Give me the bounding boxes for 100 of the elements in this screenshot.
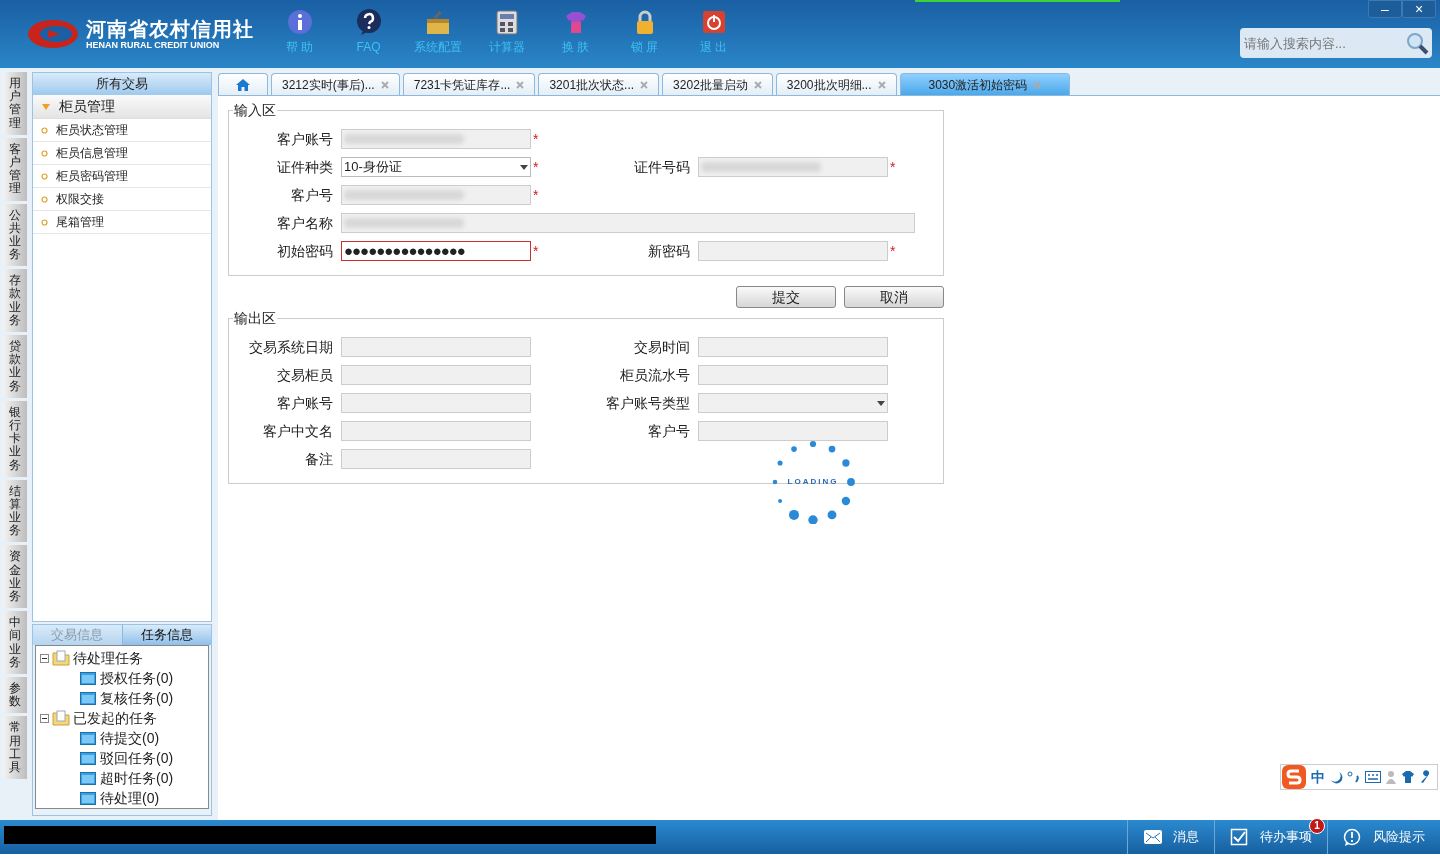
folder-icon [52,650,70,666]
logo-subtitle: HENAN RURAL CREDIT UNION [86,39,221,51]
required-mark: * [889,241,896,261]
menu-group[interactable]: 柜员管理 [33,95,211,119]
side-tab[interactable]: 公共业务 [3,203,27,267]
tree-node[interactable]: 待处理(0) [100,787,160,809]
menu-header: 所有交易 [33,73,211,95]
input-field[interactable] [341,129,531,149]
field-label: 客户号 [647,421,691,441]
collapse-icon[interactable] [40,713,49,723]
required-mark: * [889,157,896,177]
circle-icon [41,126,48,134]
page-tab[interactable]: 3212实时(事后)... [271,73,400,95]
side-tab[interactable]: 中间业务 [3,611,27,674]
side-tab[interactable]: 贷款业务 [3,335,27,398]
required-mark: * [532,129,539,149]
close-icon [753,80,762,89]
status-button[interactable]: 风险提示 [1327,820,1440,854]
required-mark: * [532,157,539,177]
input-field[interactable] [698,157,888,177]
side-tab[interactable]: 银行卡业务 [3,400,27,477]
folder-icon [80,791,96,805]
info-tab[interactable]: 任务信息 [121,625,211,645]
field-label: 新密码 [647,241,691,261]
field-label: 交易时间 [633,337,691,357]
side-tab[interactable]: 常用工具 [3,716,27,780]
page-tab[interactable]: 7231卡凭证库存... [402,73,536,95]
menu-item[interactable]: 柜员状态管理 [33,119,211,142]
logo-icon [26,17,80,51]
status-button[interactable]: 待办事项 1 [1214,820,1327,854]
page-tab[interactable]: 3201批次状态... [538,73,660,95]
field-label: 柜员流水号 [619,365,691,385]
side-tab[interactable]: 结算业务 [3,479,27,543]
envelope-icon [1143,828,1163,846]
folder-icon [80,751,96,765]
tree-node[interactable]: 授权任务(0) [100,667,174,689]
menu-item[interactable]: 权限交接 [33,188,211,211]
circle-icon [41,218,48,226]
menu-item[interactable]: 柜员信息管理 [33,142,211,165]
input-field[interactable] [698,241,888,261]
menu-item[interactable]: 柜员密码管理 [33,165,211,188]
required-mark: * [532,241,539,261]
folder-icon [80,671,96,685]
password-field[interactable]: ●●●●●●●●●●●●●●● [341,241,531,261]
section-title: 输出区 [233,310,277,326]
tree-node[interactable]: 待处理任务 [73,647,143,669]
side-tab[interactable]: 用户管理 [3,72,27,135]
side-tab[interactable]: 参数 [3,676,27,714]
input-field[interactable] [341,421,531,441]
close-button[interactable]: × [1402,0,1436,18]
tree-node[interactable]: 超时任务(0) [100,767,174,789]
input-field[interactable] [341,393,531,413]
folder-icon [80,731,96,745]
circle-icon [41,172,48,180]
field-label: 客户号 [290,185,334,205]
input-field[interactable] [698,365,888,385]
home-tab[interactable] [218,73,268,95]
collapse-icon[interactable] [40,653,49,663]
menu-item[interactable]: 尾箱管理 [33,211,211,234]
field-label: 交易柜员 [276,365,334,385]
checkbox-icon [1230,828,1250,846]
page-tab[interactable]: 3202批量启动 [662,73,773,95]
field-label: 客户中文名 [262,421,334,441]
close-icon [380,80,389,89]
tree-node[interactable]: 复核任务(0) [100,687,174,709]
tree-node[interactable]: 待提交(0) [100,727,160,749]
side-tab[interactable]: 资金业务 [3,545,27,609]
dropdown[interactable]: 10-身份证 [341,157,531,177]
logo-title: 河南省农村信用社 [86,17,254,40]
status-button[interactable]: 消息 [1127,820,1214,854]
minimize-button[interactable]: – [1368,0,1402,18]
tree-node[interactable]: 已发起的任务 [73,707,157,729]
page-tab[interactable]: 3200批次明细... [775,73,897,95]
page-tab[interactable]: 3030激活初始密码 [899,73,1071,95]
field-label: 备注 [304,449,334,469]
input-field[interactable] [341,449,531,469]
home-icon [235,77,251,92]
folder-icon [52,710,70,726]
caret-icon [520,164,528,170]
search-field[interactable]: 请输入搜索内容... [1240,28,1432,58]
circle-icon [41,149,48,157]
loading-text: LOADING [787,476,839,488]
input-field[interactable] [341,185,531,205]
input-field[interactable] [341,365,531,385]
input-field[interactable] [341,337,531,357]
keyboard-icon [1365,771,1381,783]
side-tab[interactable]: 存款业务 [3,269,27,332]
circle-icon [41,195,48,203]
form-button[interactable]: 提交 [736,286,836,308]
input-field[interactable] [698,337,888,357]
input-field[interactable] [341,213,915,233]
side-tab[interactable]: 客户管理 [3,137,27,201]
tree-node[interactable]: 驳回任务(0) [100,747,174,769]
ime-mode[interactable]: 中 [1311,766,1325,788]
required-mark: * [532,185,539,205]
form-button[interactable]: 取消 [844,286,944,308]
caret-icon [877,400,885,406]
input-field[interactable] [698,421,888,441]
search-icon [1405,31,1429,55]
dropdown[interactable] [698,393,888,413]
